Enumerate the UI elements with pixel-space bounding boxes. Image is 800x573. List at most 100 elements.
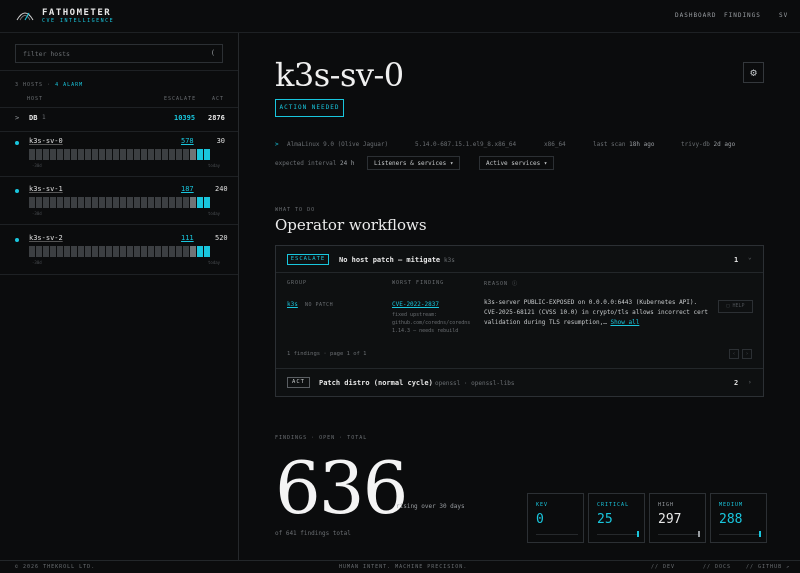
chevron-right-icon[interactable]: > — [15, 114, 19, 122]
spark-cell — [127, 149, 133, 160]
stat-track — [658, 534, 700, 535]
reason-line: CVE-2025-68121 (CVSS 10.0) in crypto/tls… — [484, 309, 708, 316]
footer-github-link[interactable]: // GITHUB ↗ — [746, 564, 790, 570]
host-sparkline — [29, 197, 210, 208]
stat-critical[interactable]: CRITICAL 25 — [588, 493, 645, 543]
show-all-link[interactable]: Show all — [610, 319, 639, 326]
help-button[interactable]: □ HELP — [718, 300, 753, 313]
act-packages: openssl · openssl-libs — [435, 380, 515, 387]
trivy-value: 2d ago — [713, 141, 736, 148]
prev-page-button[interactable]: ‹ — [729, 349, 739, 359]
group-count: 1 — [42, 114, 46, 121]
spark-cell — [134, 149, 140, 160]
host-row[interactable]: k3s-sv-2 111 520 -30d today — [15, 234, 228, 279]
stat-high[interactable]: HIGH 297 — [649, 493, 706, 543]
spark-cell — [71, 246, 77, 257]
host-escalate[interactable]: 187 — [181, 185, 194, 193]
nav-dashboard[interactable]: DASHBOARD — [675, 12, 717, 19]
axis-end: today — [208, 211, 221, 216]
col-escalate[interactable]: ESCALATE — [164, 96, 196, 102]
gear-icon[interactable]: ⚙ — [743, 62, 764, 83]
divider — [0, 107, 238, 108]
reason-line: validation during TLS resumption,… — [484, 319, 607, 326]
spark-cell — [127, 197, 133, 208]
reason-text: k3s-server PUBLIC-EXPOSED on 0.0.0.0:644… — [484, 298, 708, 328]
spark-cell — [29, 197, 35, 208]
divider — [0, 224, 238, 225]
act-count: 2 — [734, 379, 739, 387]
spark-cell — [155, 197, 161, 208]
nav-findings[interactable]: FINDINGS — [724, 12, 761, 19]
chevron-down-icon[interactable]: ⌄ — [748, 254, 752, 261]
escalate-count: 1 — [734, 256, 739, 264]
host-group-db[interactable]: > DB 1 10395 2876 — [15, 114, 225, 126]
host-escalate[interactable]: 111 — [181, 234, 194, 242]
spark-cell — [99, 149, 105, 160]
act-title[interactable]: Patch distro (normal cycle) — [319, 379, 433, 387]
spark-cell — [99, 246, 105, 257]
spark-cell — [141, 149, 147, 160]
listeners-services-dropdown[interactable]: Listeners & services ▾ — [367, 156, 461, 170]
spark-cell — [36, 149, 42, 160]
col-act[interactable]: ACT — [212, 96, 224, 102]
escalate-tag: ESCALATE — [287, 254, 329, 265]
fix-line: github.com/coredns/coredns — [392, 320, 471, 326]
pagination-text: 1 findings · page 1 of 1 — [287, 351, 367, 357]
spark-cell — [169, 246, 175, 257]
reason-line: k3s-server PUBLIC-EXPOSED on 0.0.0.0:644… — [484, 299, 698, 306]
host-act: 520 — [215, 234, 228, 242]
cve-link[interactable]: CVE-2022-2837 — [392, 300, 439, 310]
spark-cell — [85, 246, 91, 257]
host-escalate[interactable]: 578 — [181, 137, 194, 145]
next-page-button[interactable]: › — [742, 349, 752, 359]
axis-start: -30d — [32, 260, 42, 265]
user-avatar[interactable]: SV — [779, 12, 788, 19]
divider — [0, 176, 238, 177]
chevron-right-icon[interactable]: › — [748, 379, 752, 386]
host-name[interactable]: k3s-sv-0 — [29, 137, 63, 145]
fix-line: 1.14.3 — needs rebuild — [392, 328, 459, 334]
footer-docs-link[interactable]: // DOCS — [703, 564, 731, 570]
axis-start: -30d — [32, 211, 42, 216]
expected-interval: expected interval 24 h — [275, 160, 355, 167]
stat-tick — [759, 531, 761, 537]
group-link[interactable]: k3s — [287, 300, 298, 310]
col-worst-finding: WORST FINDING — [392, 280, 445, 286]
footer-dev-link[interactable]: // DEV — [651, 564, 675, 570]
spark-cell — [92, 246, 98, 257]
spark-cell — [148, 246, 154, 257]
spark-cell — [134, 197, 140, 208]
col-host[interactable]: HOST — [27, 96, 43, 102]
spark-cell — [120, 149, 126, 160]
spark-cell — [106, 246, 112, 257]
spark-cell — [78, 149, 84, 160]
stat-label: HIGH — [658, 502, 675, 508]
spark-cell — [162, 149, 168, 160]
filter-hosts-input[interactable]: filter hosts ( — [15, 44, 223, 63]
spark-cell — [120, 246, 126, 257]
os-name: AlmaLinux 9.0 (Olive Jaguar) — [287, 141, 389, 148]
host-name[interactable]: k3s-sv-1 — [29, 185, 63, 193]
footer: © 2026 THEKROLL LTD. HUMAN INTENT. MACHI… — [0, 560, 800, 573]
host-sparkline — [29, 246, 210, 257]
motto: HUMAN INTENT. MACHINE PRECISION. — [339, 564, 468, 570]
col-reason: REASON ⓘ — [484, 281, 519, 287]
fix-note: fixed upstream: github.com/coredns/cored… — [392, 311, 470, 335]
divider — [276, 368, 763, 369]
escalate-title[interactable]: No host patch — mitigate — [339, 256, 440, 264]
axis-start: -30d — [32, 163, 42, 168]
stat-label: CRITICAL — [597, 502, 630, 508]
spark-cell — [113, 149, 119, 160]
spark-cell — [204, 149, 210, 160]
brand-tagline: CVE INTELLIGENCE — [42, 18, 115, 24]
chevron-right-icon[interactable]: > — [275, 141, 279, 148]
stat-medium[interactable]: MEDIUM 288 — [710, 493, 767, 543]
spark-cell — [92, 197, 98, 208]
brand-name[interactable]: FATHOMETER — [42, 8, 111, 18]
active-services-dropdown[interactable]: Active services ▾ — [479, 156, 555, 170]
spark-cell — [176, 197, 182, 208]
host-name[interactable]: k3s-sv-2 — [29, 234, 63, 242]
spark-cell — [183, 246, 189, 257]
stat-kev[interactable]: KEV 0 — [527, 493, 584, 543]
stat-label: KEV — [536, 502, 549, 508]
